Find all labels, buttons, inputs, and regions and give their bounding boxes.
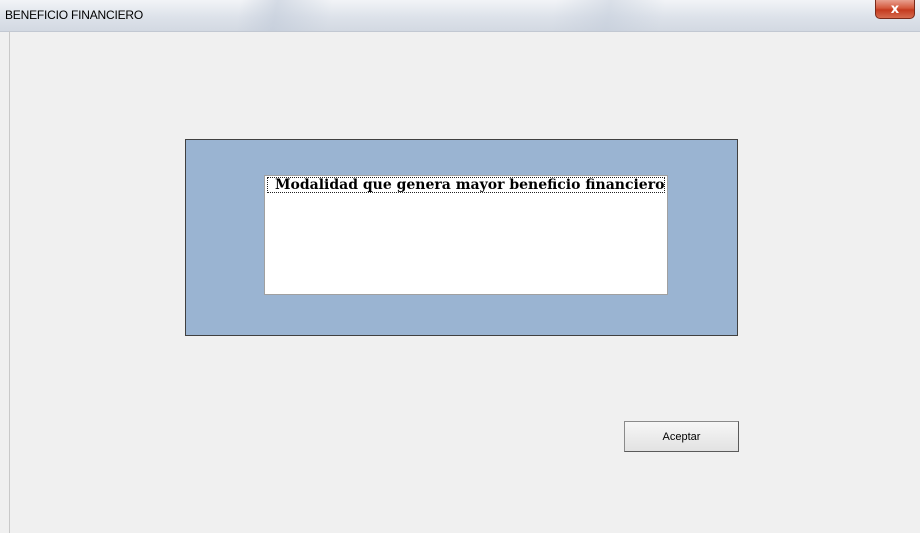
close-button[interactable]: x [875, 0, 915, 19]
window-title: BENEFICIO FINANCIERO [5, 8, 144, 22]
result-listbox[interactable]: Modalidad que genera mayor beneficio fin… [264, 175, 668, 295]
dialog-window: BENEFICIO FINANCIERO x Modalidad que gen… [0, 0, 920, 533]
title-bar[interactable]: BENEFICIO FINANCIERO x [0, 0, 920, 32]
accept-button[interactable]: Aceptar [624, 421, 739, 452]
close-icon: x [890, 1, 900, 17]
left-divider [9, 31, 10, 533]
list-item[interactable]: Modalidad que genera mayor beneficio fin… [267, 177, 665, 193]
